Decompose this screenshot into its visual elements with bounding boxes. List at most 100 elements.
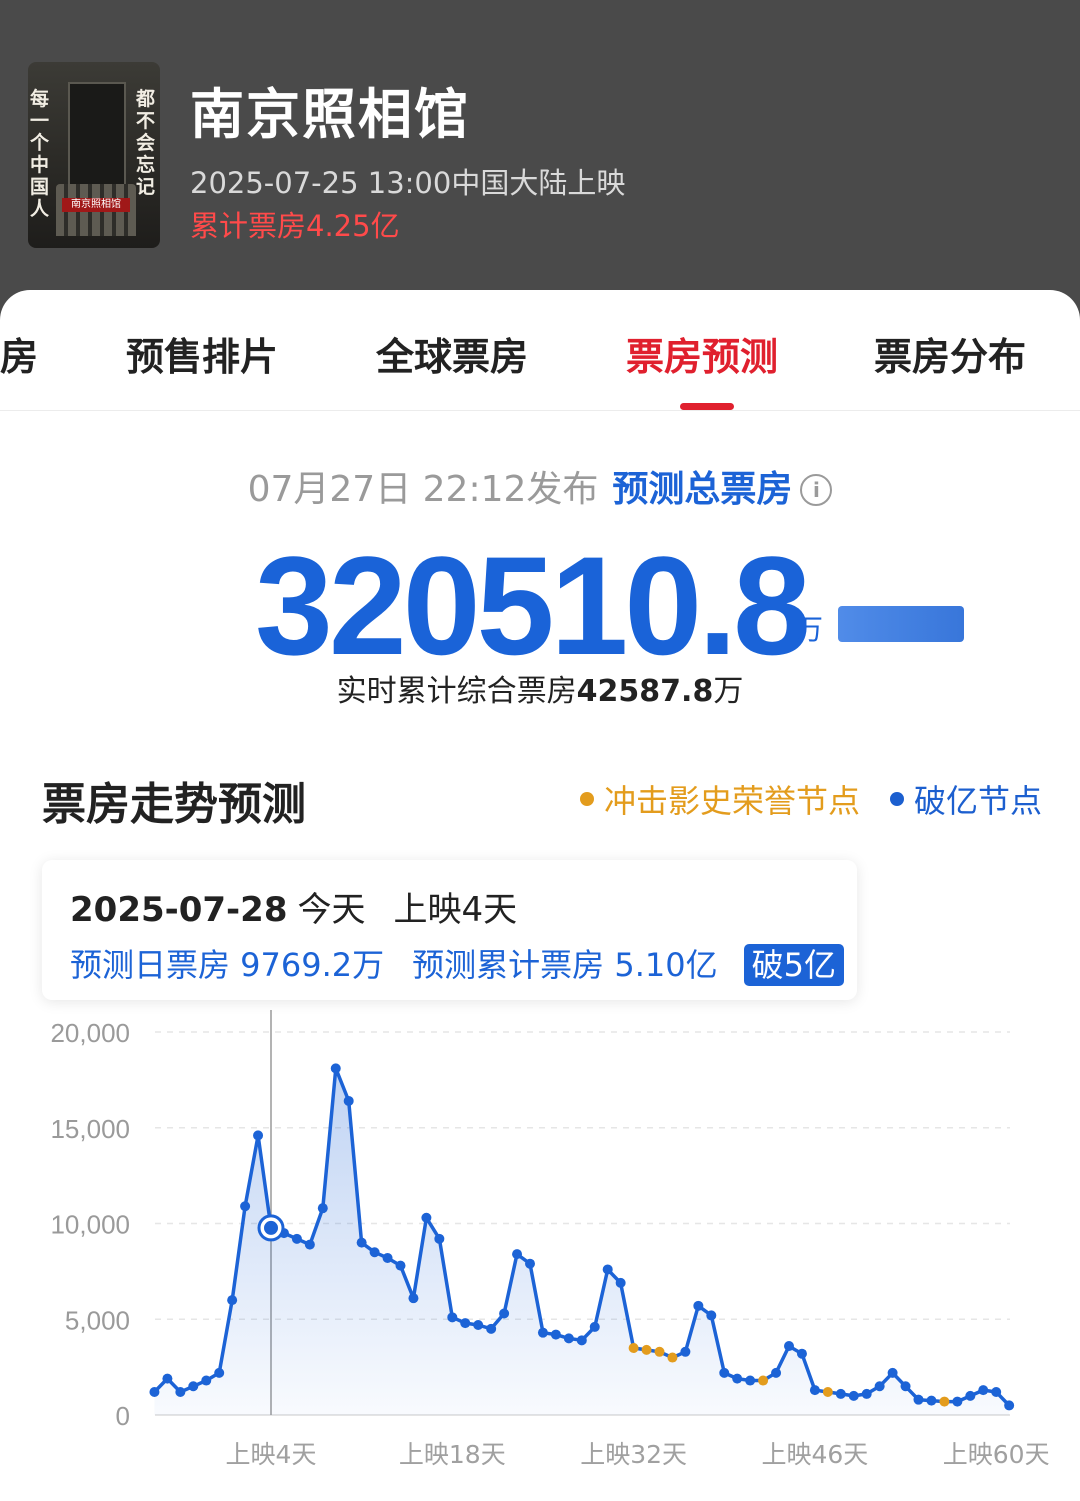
- tooltip-cumulative: 预测累计票房 5.10亿: [412, 946, 718, 984]
- poster-text-right: 都不会忘记: [136, 88, 156, 198]
- honor-point: [654, 1346, 665, 1357]
- data-point: [512, 1249, 523, 1260]
- data-point: [835, 1388, 846, 1399]
- data-point: [680, 1346, 691, 1357]
- forecast-total-value: 320510.8: [255, 527, 811, 684]
- data-point: [421, 1212, 432, 1223]
- honor-point: [641, 1344, 652, 1355]
- data-point: [848, 1390, 859, 1401]
- data-point: [499, 1308, 510, 1319]
- info-icon[interactable]: i: [800, 474, 833, 506]
- tab-presale-schedule[interactable]: 预售排片: [126, 326, 278, 381]
- data-point: [330, 1063, 341, 1074]
- data-point: [978, 1385, 989, 1396]
- honor-point: [667, 1352, 678, 1363]
- active-tab-indicator: [680, 403, 734, 410]
- data-point: [745, 1375, 756, 1386]
- movie-poster[interactable]: 每一个中国人 都不会忘记 南京照相馆: [28, 62, 160, 248]
- legend-billion-node[interactable]: 破亿节点: [890, 776, 1042, 822]
- data-point: [447, 1312, 458, 1323]
- honor-point: [822, 1387, 833, 1398]
- honor-point: [628, 1342, 639, 1353]
- data-point: [732, 1373, 743, 1384]
- x-tick-label: 上映18天: [399, 1440, 506, 1469]
- realtime-label: 实时累计综合票房: [336, 674, 577, 709]
- realtime-cumulative: 实时累计综合票房42587.8万: [0, 666, 1080, 710]
- data-point: [615, 1277, 626, 1288]
- data-point: [991, 1387, 1002, 1398]
- cumulative-box-office: 累计票房4.25亿: [190, 209, 400, 243]
- data-point: [771, 1367, 782, 1378]
- forecast-card: 房 预售排片 全球票房 票房预测 票房分布 07月27日 22:12发布 预测总票…: [0, 290, 1080, 1501]
- y-tick-label: 20,000: [50, 1018, 130, 1048]
- tab-box-office-distribution[interactable]: 票房分布: [874, 326, 1026, 381]
- data-point: [395, 1260, 406, 1271]
- x-tick-label: 上映46天: [761, 1440, 868, 1469]
- tab-global-box-office[interactable]: 全球票房: [376, 326, 528, 381]
- data-point: [227, 1295, 238, 1306]
- tab-box-office-forecast[interactable]: 票房预测: [626, 326, 778, 381]
- realtime-value: 42587.8: [576, 674, 714, 709]
- selected-marker: [264, 1220, 278, 1235]
- data-point: [473, 1319, 484, 1330]
- x-tick-label: 上映4天: [226, 1440, 317, 1469]
- data-point: [460, 1318, 471, 1329]
- data-point: [291, 1233, 302, 1244]
- legend-honor-label: 冲击影史荣誉节点: [604, 782, 861, 820]
- tooltip-today: 今天: [297, 890, 366, 930]
- data-point: [201, 1375, 212, 1386]
- data-point: [408, 1293, 419, 1304]
- data-point: [162, 1373, 173, 1384]
- tooltip-values: 预测日票房 9769.2万 预测累计票房 5.10亿 破5亿: [70, 940, 844, 986]
- data-point: [317, 1203, 328, 1214]
- data-point: [719, 1367, 730, 1378]
- blue-dot-icon: [890, 792, 904, 806]
- data-point: [486, 1323, 497, 1334]
- tooltip-date: 2025-07-28: [70, 890, 288, 930]
- data-point: [188, 1381, 199, 1392]
- data-point: [563, 1333, 574, 1344]
- data-point: [589, 1321, 600, 1332]
- series-area: [154, 1068, 1010, 1415]
- y-tick-label: 10,000: [50, 1210, 130, 1240]
- forecast-total-unit: 万: [795, 613, 824, 646]
- publish-time: 07月27日 22:12发布: [247, 469, 599, 510]
- legend-honor-node[interactable]: 冲击影史荣誉节点: [580, 776, 860, 822]
- data-point: [149, 1387, 160, 1398]
- data-point: [434, 1233, 445, 1244]
- poster-seal: 南京照相馆: [62, 198, 130, 212]
- data-point: [214, 1367, 225, 1378]
- chart-tooltip: 2025-07-28 今天 上映4天 预测日票房 9769.2万 预测累计票房 5.1…: [42, 860, 857, 1000]
- honor-point: [758, 1375, 769, 1386]
- tooltip-badge: 破5亿: [743, 944, 844, 986]
- y-tick-label: 15,000: [50, 1114, 130, 1144]
- data-point: [550, 1329, 561, 1340]
- tab-box-office-partial[interactable]: 房: [0, 326, 38, 381]
- poster-text-left: 每一个中国人: [30, 88, 50, 220]
- data-point: [175, 1387, 186, 1398]
- tooltip-date-line: 2025-07-28 今天 上映4天: [70, 882, 517, 931]
- honor-point: [939, 1396, 950, 1407]
- release-info: 2025-07-25 13:00中国大陆上映: [190, 166, 626, 200]
- data-point: [874, 1381, 885, 1392]
- data-point: [304, 1239, 315, 1250]
- data-point: [861, 1388, 872, 1399]
- movie-title: 南京照相馆: [190, 83, 470, 146]
- trend-title: 票房走势预测: [42, 779, 306, 830]
- data-point: [809, 1385, 820, 1396]
- realtime-unit: 万: [713, 674, 744, 709]
- data-point: [784, 1341, 794, 1352]
- data-point: [356, 1237, 367, 1248]
- movie-header: 每一个中国人 都不会忘记 南京照相馆 南京照相馆 2025-07-25 13:0…: [0, 0, 1080, 300]
- y-tick-label: 0: [116, 1401, 130, 1431]
- poster-door: [68, 82, 126, 196]
- x-tick-label: 上映32天: [580, 1440, 687, 1469]
- data-point: [1004, 1400, 1015, 1411]
- data-point: [240, 1201, 251, 1212]
- box-office-trend-chart[interactable]: 20,000 15,000 10,000 5,000 0 上映4天 上映18天 上映32天 上映…: [0, 1010, 1080, 1480]
- data-point: [706, 1310, 717, 1321]
- data-point: [525, 1258, 535, 1269]
- data-point: [382, 1252, 393, 1263]
- data-point: [887, 1367, 898, 1378]
- data-point: [537, 1327, 548, 1338]
